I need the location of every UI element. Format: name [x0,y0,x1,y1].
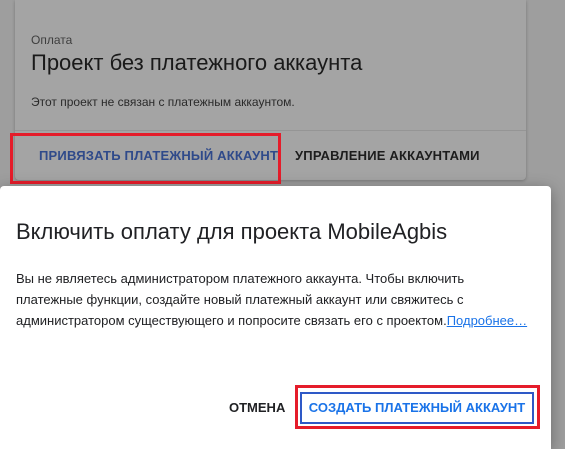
link-billing-account-button[interactable]: ПРИВЯЗАТЬ ПЛАТЕЖНЫЙ АККАУНТ [39,131,278,180]
cancel-button[interactable]: ОТМЕНА [229,393,285,423]
dialog-body-text: Вы не являетесь администратором платежно… [16,271,465,328]
card-title: Проект без платежного аккаунта [31,50,363,75]
create-billing-account-button[interactable]: СОЗДАТЬ ПЛАТЕЖНЫЙ АККАУНТ [300,392,534,424]
card-description: Этот проект не связан с платежным аккаун… [31,95,295,109]
learn-more-link[interactable]: Подробнее… [447,313,527,328]
dialog-body: Вы не являетесь администратором платежно… [16,268,531,331]
enable-billing-dialog: Включить оплату для проекта MobileAgbis … [0,186,551,449]
card-overline: Оплата [31,33,73,47]
dialog-title: Включить оплату для проекта MobileAgbis [16,219,448,244]
billing-card: Оплата Проект без платежного аккаунта Эт… [15,0,526,180]
manage-accounts-button[interactable]: УПРАВЛЕНИЕ АККАУНТАМИ [295,131,480,180]
